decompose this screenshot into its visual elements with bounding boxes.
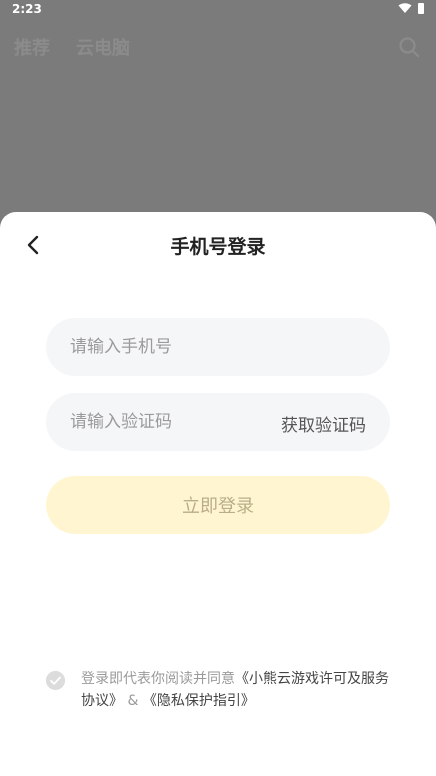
status-icons: [398, 2, 424, 14]
battery-icon: [418, 2, 424, 14]
background-tab-recommend: 推荐: [14, 38, 50, 59]
phone-input[interactable]: [70, 318, 370, 376]
verification-code-input[interactable]: [70, 393, 270, 451]
search-icon: [399, 37, 420, 58]
login-sheet: 手机号登录 获取验证码 立即登录 登录即代表你阅读并同意《小熊云游戏许可及服务协…: [0, 212, 436, 776]
code-field[interactable]: 获取验证码: [46, 393, 390, 451]
wifi-icon: [398, 3, 412, 13]
background-tab-cloud-pc: 云电脑: [76, 38, 130, 59]
phone-field[interactable]: [46, 318, 390, 376]
agreement-separator: &: [123, 693, 143, 709]
get-code-button[interactable]: 获取验证码: [281, 411, 366, 436]
privacy-policy-link[interactable]: 《隐私保护指引》: [143, 693, 255, 709]
page-title: 手机号登录: [170, 236, 266, 258]
check-icon[interactable]: [46, 671, 65, 690]
login-button[interactable]: 立即登录: [46, 476, 390, 534]
agreement-prefix: 登录即代表你阅读并同意: [81, 671, 235, 687]
agreement-text: 登录即代表你阅读并同意《小熊云游戏许可及服务协议》 & 《隐私保护指引》: [81, 668, 396, 712]
status-bar: 2:23: [0, 0, 436, 20]
background-header: 推荐 云电脑: [0, 28, 436, 64]
status-time: 2:23: [12, 2, 42, 16]
